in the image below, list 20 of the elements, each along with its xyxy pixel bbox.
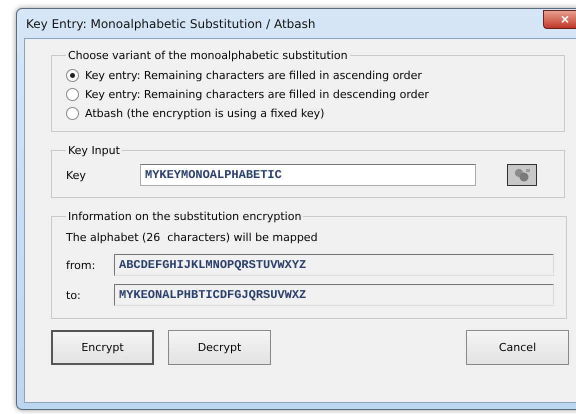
dialog-button[interactable]: Cancel [466, 330, 569, 365]
mapping-field[interactable]: ABCDEFGHIJKLMNOPQRSTUVWXYZ [114, 254, 554, 276]
info-text: The alphabet (26 characters) will be mapped [66, 231, 319, 244]
mapping-label: from: [66, 258, 96, 272]
key-field[interactable]: MYKEYMONOALPHABETIC [140, 164, 476, 186]
window-title: Key Entry: Monoalphabetic Substitution / Atbash [25, 16, 316, 30]
group-title: Key Input [67, 144, 121, 157]
mapping-label: to: [66, 288, 82, 302]
group-title: Information on the substitution encryption [67, 210, 302, 223]
mapping-field[interactable]: MYKEONALPHBTICDFGJQRSUVWXZ [114, 284, 554, 306]
dialog-button[interactable]: Decrypt [168, 330, 271, 365]
group-title: Choose variant of the monoalphabetic substitution [67, 49, 349, 62]
dialog-button[interactable]: Encrypt [51, 330, 154, 365]
radio-option[interactable]: Key entry: Remaining characters are filled in descending order [66, 85, 552, 104]
option-label: Key entry: Remaining characters are filled in ascending order [85, 69, 422, 82]
option-label: Atbash (the encryption is using a fixed key) [85, 107, 324, 120]
option-label: Key entry: Remaining characters are filled in descending order [85, 88, 429, 101]
key-label: Key [66, 168, 87, 182]
radio-option[interactable]: Atbash (the encryption is using a fixed key) [66, 104, 552, 123]
radio-option[interactable]: Key entry: Remaining characters are filled in ascending order [66, 66, 552, 85]
